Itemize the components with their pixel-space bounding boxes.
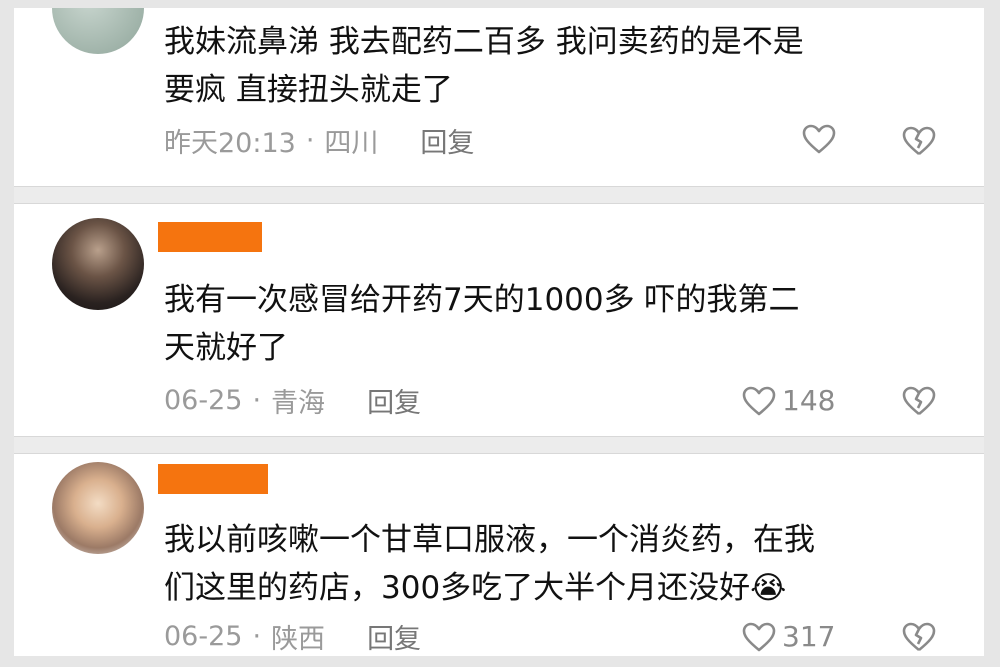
comment-text-line: 我以前咳嗽一个甘草口服液，一个消炎药，在我 xyxy=(164,522,815,558)
username-redacted[interactable] xyxy=(158,464,268,494)
dislike-broken-heart-icon[interactable] xyxy=(902,622,936,652)
comment-time: 06-25 xyxy=(164,384,243,416)
like-button[interactable]: 317 xyxy=(742,620,835,653)
meta-separator: · xyxy=(252,384,262,416)
comment-text-line: 我妹流鼻涕 我去配药二百多 我问卖药的是不是 xyxy=(164,24,804,60)
comment-meta: 06-25 · 青海 回复 xyxy=(164,381,421,420)
like-count: 317 xyxy=(782,620,836,653)
like-button[interactable]: 148 xyxy=(742,384,835,417)
comment-item: 我有一次感冒给开药7天的1000多 吓的我第二 天就好了 06-25 · 青海 … xyxy=(14,204,984,436)
meta-separator: · xyxy=(305,124,315,156)
avatar[interactable] xyxy=(52,8,144,54)
comment-time: 06-25 xyxy=(164,620,243,652)
comment-list: 我妹流鼻涕 我去配药二百多 我问卖药的是不是 要疯 直接扭头就走了 昨天20:1… xyxy=(14,8,984,656)
heart-icon xyxy=(742,622,776,652)
comment-location: 四川 xyxy=(324,127,379,159)
comment-time: 昨天20:13 xyxy=(164,127,296,159)
like-button[interactable] xyxy=(802,124,842,154)
reply-button[interactable]: 回复 xyxy=(420,121,474,160)
dislike-broken-heart-icon[interactable] xyxy=(902,126,936,156)
heart-icon xyxy=(742,386,776,416)
comment-item: 我以前咳嗽一个甘草口服液，一个消炎药，在我 们这里的药店，300多吃了大半个月还… xyxy=(14,454,984,656)
comment-location: 陕西 xyxy=(271,623,326,655)
heart-icon xyxy=(802,124,836,154)
comment-text-line: 我有一次感冒给开药7天的1000多 吓的我第二 xyxy=(164,282,800,318)
like-count: 148 xyxy=(782,384,836,417)
comment-text-line: 天就好了 xyxy=(164,330,288,366)
comment-text-line: 们这里的药店，300多吃了大半个月还没好😭 xyxy=(164,570,787,606)
username-redacted[interactable] xyxy=(158,222,262,252)
comment-meta: 06-25 · 陕西 回复 xyxy=(164,617,421,656)
reply-button[interactable]: 回复 xyxy=(367,617,421,656)
comment-divider xyxy=(14,436,984,454)
comment-divider xyxy=(14,186,984,204)
reply-button[interactable]: 回复 xyxy=(367,381,421,420)
comment-text-line: 要疯 直接扭头就走了 xyxy=(164,72,453,108)
dislike-broken-heart-icon[interactable] xyxy=(902,386,936,416)
comment-meta: 昨天20:13 · 四川 回复 xyxy=(164,121,474,160)
comment-location: 青海 xyxy=(271,387,326,419)
comment-item: 我妹流鼻涕 我去配药二百多 我问卖药的是不是 要疯 直接扭头就走了 昨天20:1… xyxy=(14,8,984,178)
avatar[interactable] xyxy=(52,462,144,554)
meta-separator: · xyxy=(252,620,262,652)
avatar[interactable] xyxy=(52,218,144,310)
